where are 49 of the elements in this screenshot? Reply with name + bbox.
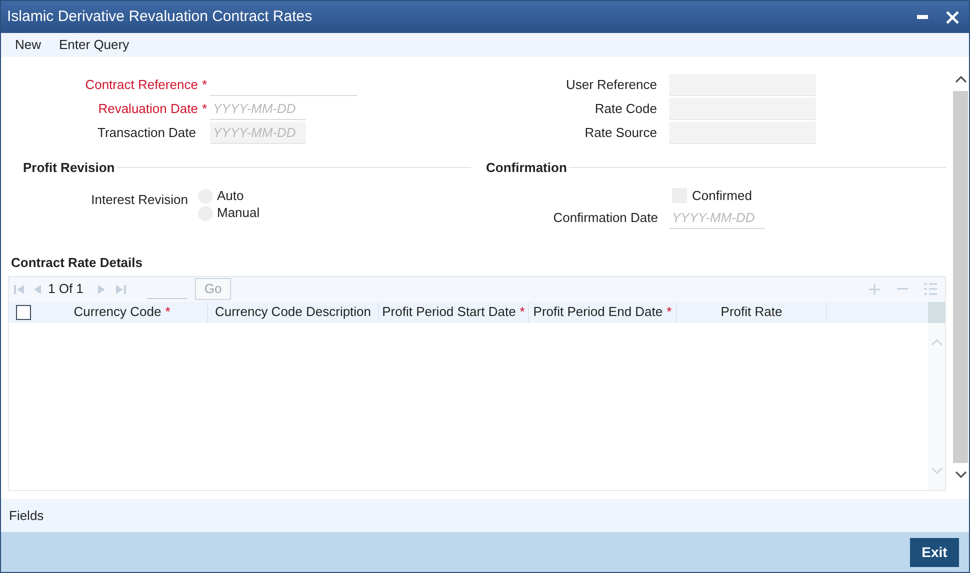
date-field[interactable]: YYYY-MM-DD (210, 98, 306, 120)
scroll-up-icon[interactable] (954, 76, 966, 83)
input-field[interactable] (669, 122, 816, 144)
column-header[interactable]: Profit Period Start Date (382, 302, 516, 322)
field-label: Rate Code (594, 100, 658, 118)
column-header[interactable]: Profit Period End Date (533, 302, 663, 322)
date-field[interactable]: YYYY-MM-DD (210, 122, 306, 144)
input-field[interactable] (669, 98, 816, 120)
section-heading: Contract Rate Details (11, 254, 144, 272)
window-title: Islamic Derivative Revaluation Contract Rates (7, 6, 312, 27)
previous-page-icon[interactable] (32, 284, 42, 294)
close-icon[interactable] (946, 10, 959, 24)
required-mark: * (202, 100, 207, 118)
section-heading: Profit Revision (23, 159, 115, 177)
section-heading: Confirmation (486, 159, 567, 177)
menu-item[interactable]: New (15, 35, 42, 55)
menu-item[interactable]: Enter Query (59, 35, 130, 55)
column-header[interactable]: Currency Code Description (214, 302, 372, 322)
list-icon[interactable] (924, 283, 937, 295)
field-label: Rate Source (584, 124, 658, 142)
radio-label: Auto (217, 187, 244, 206)
last-page-icon[interactable] (115, 284, 128, 294)
first-page-icon[interactable] (13, 284, 25, 294)
field-label: User Reference (564, 76, 658, 94)
next-page-icon[interactable] (97, 284, 108, 294)
add-row-icon[interactable] (869, 284, 880, 294)
column-header[interactable]: Currency Code (74, 302, 162, 322)
fields-link[interactable]: Fields (9, 506, 44, 526)
field-label: Transaction Date (97, 124, 196, 142)
page-indicator: 1 Of 1 (48, 280, 84, 298)
date-field[interactable]: YYYY-MM-DD (669, 207, 765, 229)
input-field[interactable] (669, 74, 816, 96)
minimize-icon[interactable] (917, 15, 928, 19)
field-label: Confirmation Date (552, 209, 659, 228)
radio-label: Manual (217, 204, 260, 222)
header-corner (928, 302, 945, 322)
column-header[interactable]: Profit Rate (720, 302, 782, 322)
select-all-checkbox[interactable] (16, 304, 30, 320)
field-label: Revaluation Date (98, 100, 198, 118)
required-mark: * (165, 303, 170, 322)
required-mark: * (666, 303, 672, 322)
field-label: Contract Reference (85, 76, 198, 94)
required-mark: * (202, 76, 207, 94)
field-label: Interest Revision (90, 190, 189, 208)
checkbox-label: Confirmed (692, 186, 752, 204)
required-mark: * (520, 303, 525, 322)
exit-button[interactable]: Exit (910, 538, 959, 566)
scroll-down-icon[interactable] (954, 471, 966, 478)
scroll-thumb[interactable] (953, 91, 968, 463)
